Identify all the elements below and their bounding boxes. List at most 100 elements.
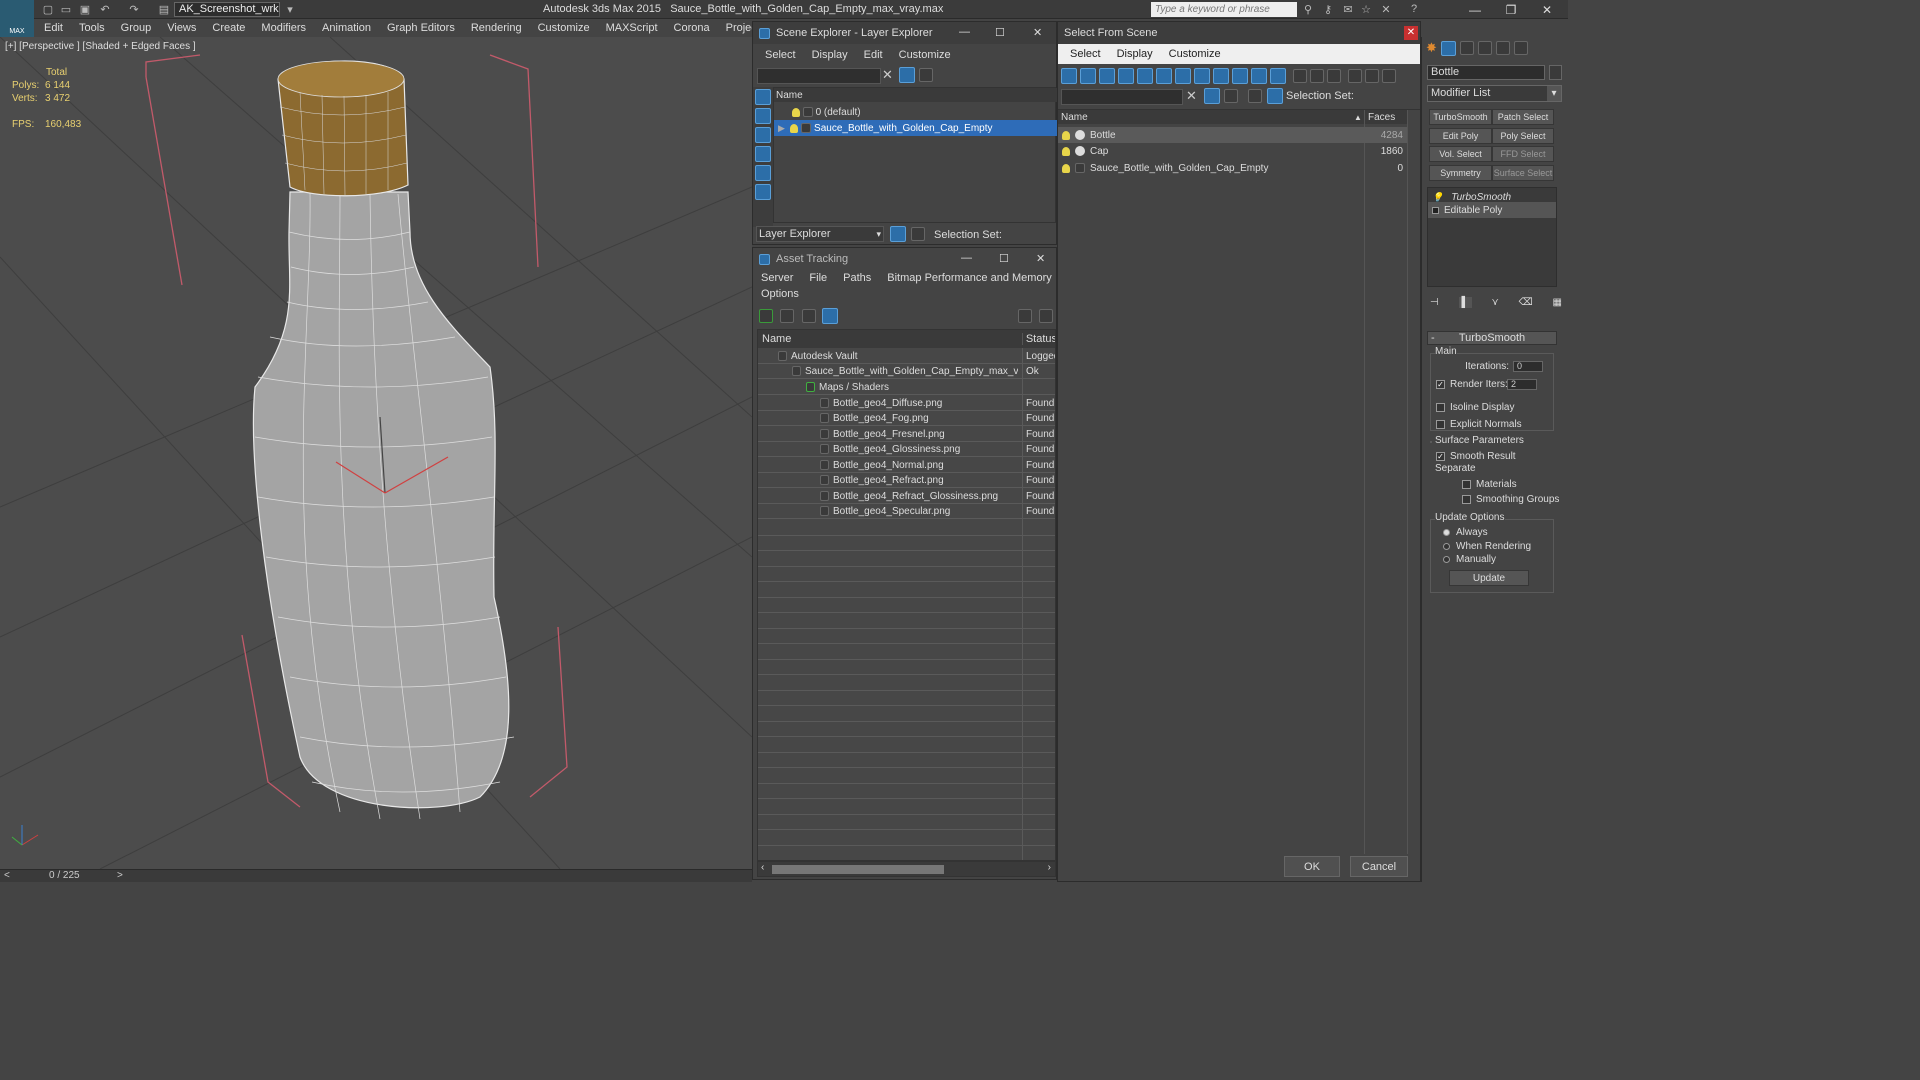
update-always-radio[interactable] xyxy=(1443,528,1450,536)
at-asset-row[interactable]: Bottle_geo4_Fog.png Found xyxy=(758,411,1055,426)
sfs-layers-icon[interactable] xyxy=(1248,89,1262,103)
restore-window-icon[interactable]: ❐ xyxy=(1494,0,1528,19)
modify-tab-icon[interactable] xyxy=(1440,40,1456,56)
display-tab-icon[interactable] xyxy=(1495,41,1510,55)
sfs-filter-bones-icon[interactable] xyxy=(1213,68,1229,84)
at-refresh-icon[interactable] xyxy=(759,309,773,323)
at-list-view-icon[interactable] xyxy=(780,309,794,323)
materials-checkbox[interactable] xyxy=(1462,479,1471,489)
scene-explorer-minimize-icon[interactable]: — xyxy=(959,26,970,38)
explicit-normals-checkbox[interactable] xyxy=(1436,419,1445,429)
undo-icon[interactable]: ↶ xyxy=(97,2,113,16)
sfs-cancel-button[interactable]: Cancel xyxy=(1350,856,1408,877)
stack-item-editable-poly[interactable]: Editable Poly xyxy=(1428,202,1556,218)
render-iters-spinner[interactable]: 2 xyxy=(1507,378,1537,390)
se-filter-icon[interactable] xyxy=(899,67,915,83)
explicit-normals-row[interactable]: Explicit Normals xyxy=(1436,416,1522,432)
sfs-close-icon[interactable]: ✕ xyxy=(1404,26,1418,40)
se-display-cameras-icon[interactable] xyxy=(755,165,771,181)
sfs-filter-helpers-icon[interactable] xyxy=(1137,68,1153,84)
configure-modifier-sets-icon[interactable]: ▦ xyxy=(1553,297,1562,308)
at-asset-row[interactable]: Bottle_geo4_Specular.png Found xyxy=(758,504,1055,519)
sfs-filter-spacewarps-icon[interactable] xyxy=(1156,68,1172,84)
edit-poly-button[interactable]: Edit Poly xyxy=(1429,128,1492,144)
object-name-field[interactable]: Bottle xyxy=(1427,65,1545,80)
customize-toolbar-icon[interactable]: ▾ xyxy=(282,2,298,16)
sfs-filter-frozen-icon[interactable] xyxy=(1251,68,1267,84)
redo-icon[interactable]: ↷ xyxy=(126,2,142,16)
isoline-row[interactable]: Isoline Display xyxy=(1436,399,1514,415)
at-thumbnail-view-icon[interactable] xyxy=(802,309,816,323)
menu-animation[interactable]: Animation xyxy=(314,22,379,34)
time-next-button[interactable]: > xyxy=(117,870,123,881)
communication-icon[interactable]: ✉ xyxy=(1340,2,1356,16)
se-menu-edit[interactable]: Edit xyxy=(856,49,891,61)
poly-select-button[interactable]: Poly Select xyxy=(1492,128,1554,144)
binoculars-icon[interactable]: ⚲ xyxy=(1300,2,1316,16)
sfs-display-all-icon[interactable] xyxy=(1293,69,1307,83)
sfs-options-icon[interactable] xyxy=(1382,69,1396,83)
at-settings-icon[interactable] xyxy=(1039,309,1053,323)
sfs-filter-containers-icon[interactable] xyxy=(1232,68,1248,84)
materials-row[interactable]: Materials xyxy=(1462,476,1517,492)
utilities-tab-icon[interactable] xyxy=(1513,41,1528,55)
at-close-icon[interactable]: ✕ xyxy=(1036,252,1045,265)
sfs-col-faces[interactable]: Faces xyxy=(1364,111,1395,123)
expand-arrow-icon[interactable]: ▶ xyxy=(778,123,785,134)
viewport-label[interactable]: [+] [Perspective ] [Shaded + Edged Faces… xyxy=(5,41,196,52)
at-menu-bitmap-performance[interactable]: Bitmap Performance and Memory xyxy=(879,272,1059,284)
light-bulb-icon[interactable] xyxy=(1062,130,1070,140)
max-logo[interactable]: MAX xyxy=(0,0,34,37)
sfs-hierarchy-filter-icon[interactable] xyxy=(1365,69,1379,83)
sfs-titlebar[interactable]: Select From Scene ✕ xyxy=(1058,22,1420,44)
open-file-icon[interactable]: ▭ xyxy=(58,2,74,16)
save-file-icon[interactable]: ▣ xyxy=(77,2,93,16)
at-menu-options[interactable]: Options xyxy=(753,288,807,300)
at-maximize-icon[interactable]: ☐ xyxy=(999,252,1009,265)
se-display-shapes-icon[interactable] xyxy=(755,127,771,143)
se-layer-row-bottle[interactable]: ▶ Sauce_Bottle_with_Golden_Cap_Empty xyxy=(774,120,1057,136)
menu-create[interactable]: Create xyxy=(204,22,253,34)
se-menu-select[interactable]: Select xyxy=(757,49,804,61)
light-bulb-icon[interactable] xyxy=(792,107,800,117)
sfs-row-cap[interactable]: Cap 1860 xyxy=(1058,143,1407,159)
light-bulb-icon[interactable] xyxy=(790,123,799,133)
pin-stack-icon[interactable]: ⊣ xyxy=(1430,297,1439,308)
asset-tracking-titlebar[interactable]: Asset Tracking — ☐ ✕ xyxy=(753,248,1056,270)
sfs-menu-customize[interactable]: Customize xyxy=(1161,48,1229,60)
at-help-icon[interactable] xyxy=(1018,309,1032,323)
menu-graph-editors[interactable]: Graph Editors xyxy=(379,22,463,34)
turbosmooth-button[interactable]: TurboSmooth xyxy=(1429,109,1492,125)
light-bulb-icon[interactable]: 💡 xyxy=(1432,192,1443,203)
light-bulb-icon[interactable] xyxy=(1062,163,1070,173)
update-button[interactable]: Update xyxy=(1449,570,1529,586)
at-table-view-icon[interactable] xyxy=(822,308,838,324)
at-col-status[interactable]: Status xyxy=(1021,333,1055,345)
key-icon[interactable]: ⚷ xyxy=(1320,2,1336,16)
turbosmooth-rollout-header[interactable]: - TurboSmooth xyxy=(1427,331,1557,345)
sfs-row-group[interactable]: Sauce_Bottle_with_Golden_Cap_Empty 0 xyxy=(1058,160,1407,176)
show-end-result-icon[interactable]: ▌ xyxy=(1458,296,1472,308)
se-display-none-icon[interactable] xyxy=(755,89,771,105)
time-prev-button[interactable]: < xyxy=(4,870,10,881)
hierarchy-tab-icon[interactable] xyxy=(1459,41,1474,55)
sfs-clear-search-icon[interactable]: ✕ xyxy=(1186,88,1197,104)
at-asset-row[interactable]: Bottle_geo4_Normal.png Found xyxy=(758,458,1055,473)
sfs-menu-select[interactable]: Select xyxy=(1062,48,1109,60)
menu-modifiers[interactable]: Modifiers xyxy=(253,22,314,34)
help-icon[interactable]: ? xyxy=(1406,2,1422,16)
sfs-ok-button[interactable]: OK xyxy=(1284,856,1340,877)
sfs-find-case-icon[interactable] xyxy=(1224,89,1238,103)
se-menu-display[interactable]: Display xyxy=(804,49,856,61)
se-name-header[interactable]: Name xyxy=(774,88,1057,102)
at-asset-row[interactable]: Maps / Shaders xyxy=(758,380,1055,395)
update-when-rendering-radio[interactable] xyxy=(1443,542,1450,550)
at-menu-server[interactable]: Server xyxy=(753,272,801,284)
minimize-window-icon[interactable]: — xyxy=(1458,0,1492,19)
at-minimize-icon[interactable]: — xyxy=(961,252,972,264)
se-explorer-type-select[interactable]: Layer Explorer ▾ xyxy=(756,226,884,242)
se-menu-customize[interactable]: Customize xyxy=(891,49,959,61)
sfs-funnel-icon[interactable] xyxy=(1348,69,1362,83)
at-menu-file[interactable]: File xyxy=(801,272,835,284)
se-layer-row-default[interactable]: 0 (default) xyxy=(774,104,1057,120)
